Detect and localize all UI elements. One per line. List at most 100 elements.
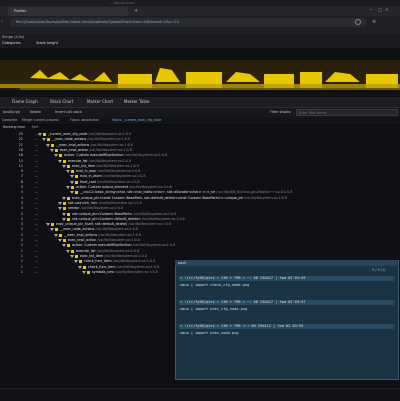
expand-toggle-icon[interactable] xyxy=(46,143,50,147)
call-tree-row[interactable]: 22 — __exec_node_actions /usr/lib/libsyste… xyxy=(0,137,400,142)
running-time-cell: 2 xyxy=(20,232,23,237)
call-tree-row[interactable]: 16 — action: Custom executeIfExpSection /u… xyxy=(0,153,400,158)
expand-toggle-icon[interactable] xyxy=(66,186,70,189)
call-tree-row[interactable]: 7 — eval_in_atom /usr/lib/libsystem.so:1:0… xyxy=(0,174,400,179)
call-tree-row[interactable]: 25 — _current_exec_cfg_node /usr/lib/libsy… xyxy=(0,132,400,137)
call-tree-row[interactable]: 2 — std::unique_ptr<Custom::BasePath> /usr… xyxy=(0,212,400,217)
function-name: __exec_impl_actions /usr/lib/libsystem.s… xyxy=(64,232,141,237)
category-swatch-icon xyxy=(75,175,78,179)
call-tree-row[interactable]: 21 — __exec_impl_actions /usr/lib/libsyste… xyxy=(0,143,400,148)
self-time-cell: — xyxy=(34,211,38,216)
running-time-cell: 2 xyxy=(20,238,23,242)
breadcrumb-item[interactable]: Focus: abstraction xyxy=(70,118,99,122)
breadcrumb-item[interactable]: Merge: current.process xyxy=(22,118,59,122)
call-tree-row[interactable]: 3 — vendor /usr/lib/libsystem.so:1:0.8 xyxy=(0,206,400,211)
tab-marker-chart[interactable]: Marker Chart xyxy=(87,99,113,104)
expand-toggle-icon[interactable] xyxy=(50,228,54,232)
call-tree-row[interactable]: 11 — exec_list_item /usr/lib/libsystem.so:… xyxy=(0,164,400,169)
expand-toggle-icon[interactable] xyxy=(58,207,62,211)
tab-marker-table[interactable]: Marker Table xyxy=(124,99,149,104)
function-name: execute_list /usr/lib/libsystem.so:1:0.8 xyxy=(68,158,132,163)
expand-toggle-icon[interactable] xyxy=(66,249,70,253)
call-tree-row[interactable]: 2 — __exec_impl_actions /usr/lib/libsystem… xyxy=(0,233,400,238)
expand-toggle-icon[interactable] xyxy=(62,217,66,221)
call-tree-row[interactable]: 1 — execute_list /usr/lib/libsystem.so:1:0… xyxy=(0,249,400,254)
breadcrumb-item-current[interactable]: Focus: _current_exec_cfg_node xyxy=(112,118,161,122)
expand-toggle-icon[interactable] xyxy=(74,260,78,264)
expand-toggle-icon[interactable] xyxy=(38,133,42,136)
expand-toggle-icon[interactable] xyxy=(66,170,70,174)
running-time-header[interactable]: Running time xyxy=(3,125,25,130)
categories-button[interactable]: Categories xyxy=(2,41,21,45)
self-time-cell: — xyxy=(34,216,38,221)
stack-height-button[interactable]: Stack height xyxy=(36,41,58,45)
running-time-cell: 3 xyxy=(20,206,23,211)
activity-graph[interactable] xyxy=(0,48,400,96)
expand-toggle-icon[interactable] xyxy=(70,254,74,258)
self-time-cell: — xyxy=(34,264,38,269)
expand-toggle-icon[interactable] xyxy=(54,154,58,158)
self-time-cell: — xyxy=(34,232,38,237)
expand-toggle-icon[interactable] xyxy=(70,191,74,195)
running-time-cell: 7 xyxy=(20,174,23,179)
call-tree-row[interactable]: 5 — action: Custom output_element /usr/lib… xyxy=(0,185,400,190)
function-name: __exec_node_actions /usr/lib/libsystem.s… xyxy=(52,137,131,142)
activity-track[interactable] xyxy=(0,48,400,96)
expand-toggle-icon[interactable] xyxy=(58,201,62,205)
expand-toggle-icon[interactable] xyxy=(62,212,66,216)
expand-toggle-icon[interactable] xyxy=(46,223,50,227)
expand-toggle-icon[interactable] xyxy=(78,265,82,269)
call-tree-row[interactable]: 2 — action: Custom executeIfExpSection /us… xyxy=(0,243,400,248)
expand-toggle-icon[interactable] xyxy=(62,164,66,168)
call-tree-row[interactable]: 2 — exec_impl_action /usr/lib/libsystem.so… xyxy=(0,238,400,243)
call-tree-row[interactable]: 3 — exec_unique_ptr_f(self, std::default_d… xyxy=(0,222,400,227)
expand-toggle-icon[interactable] xyxy=(58,159,62,163)
call-tree-row[interactable]: 3 — std::pair<int, int> /usr/lib/libsystem… xyxy=(0,201,400,206)
maximize-icon[interactable]: □ xyxy=(378,7,382,12)
browser-tab-active[interactable]: Profiler xyxy=(8,7,128,16)
expand-toggle-icon[interactable] xyxy=(50,148,54,152)
function-name: std::unique_ptr<Custom::default_delete> … xyxy=(72,216,185,221)
back-icon[interactable]: ‹ xyxy=(1,19,3,25)
self-time-cell: — xyxy=(34,185,38,189)
invert-call-stack-toggle[interactable]: Invert call stack xyxy=(55,110,82,114)
call-tree-row[interactable]: 4 — exec_unique_ptr<const Custom::BasePath… xyxy=(0,196,400,201)
expand-toggle-icon[interactable] xyxy=(58,239,62,242)
call-tree-row[interactable]: 9 — eval_in_expr /usr/lib/libsystem.so:1:0… xyxy=(0,169,400,174)
expand-toggle-icon[interactable] xyxy=(82,270,86,274)
expand-toggle-icon[interactable] xyxy=(70,175,74,179)
close-icon[interactable]: ✕ xyxy=(385,7,388,12)
menu-icon[interactable]: ≡ xyxy=(372,19,376,25)
function-name: exec_unique_ptr<const Custom::BasePath, … xyxy=(72,195,287,200)
call-tree-row[interactable]: 2 — std::unique_ptr<Custom::default_delete… xyxy=(0,217,400,222)
expand-toggle-icon[interactable] xyxy=(42,138,46,142)
tab-stack-chart[interactable]: Stack Chart xyxy=(50,99,73,104)
self-header[interactable]: Self xyxy=(26,125,38,130)
expand-toggle-icon[interactable] xyxy=(54,233,58,237)
category-swatch-icon xyxy=(83,265,86,269)
expand-toggle-icon[interactable] xyxy=(62,244,66,248)
call-tree-row[interactable]: 1 — exec_list_item /usr/lib/libsystem.so:1… xyxy=(0,254,400,259)
minimize-icon[interactable]: – xyxy=(370,7,373,13)
breadcrumb-item[interactable]: Complete xyxy=(2,118,17,122)
javascript-filter[interactable]: JavaScript xyxy=(3,110,20,114)
call-tree-row[interactable]: 2 — __exec_node_actions /usr/lib/libsystem… xyxy=(0,227,400,232)
running-time-cell: 3 xyxy=(20,222,23,227)
native-filter[interactable]: Native xyxy=(30,110,41,114)
call-tree-row[interactable]: 6 — float_cast /usr/lib/libsystem.so:1:0.8 xyxy=(0,180,400,185)
terminal-command: vmca | import exec_cfg_node.png xyxy=(180,307,248,311)
tab-flame-graph[interactable]: Flame Graph xyxy=(12,99,38,104)
terminal-titlebar[interactable]: bash xyxy=(175,260,397,266)
call-tree-row[interactable]: 14 — execute_list /usr/lib/libsystem.so:1:… xyxy=(0,159,400,164)
self-time-cell: — xyxy=(34,169,38,174)
expand-toggle-icon[interactable] xyxy=(62,196,66,200)
account-icon[interactable] xyxy=(355,19,361,25)
window-controls[interactable]: – □ ✕ xyxy=(370,7,392,14)
call-tree-row[interactable]: 5 — __cxx11::basic_string<char, std::char_… xyxy=(0,190,400,195)
expand-toggle-icon[interactable] xyxy=(70,180,74,184)
url-text[interactable]: file:///home/user/tools/profiler/index.h… xyxy=(16,20,179,24)
call-tree-row[interactable]: 18 — exec_impl_action /usr/lib/libsystem.s… xyxy=(0,148,400,153)
range-label[interactable]: Range (4.5s) xyxy=(2,35,24,39)
search-input[interactable] xyxy=(296,109,398,116)
new-tab-icon[interactable]: + xyxy=(134,8,138,14)
